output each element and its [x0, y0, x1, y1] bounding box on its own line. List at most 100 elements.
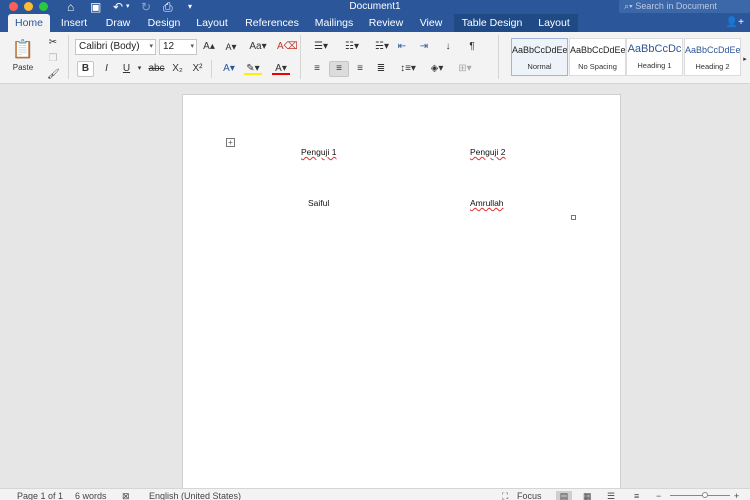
change-case-button[interactable]: Aa▾	[246, 39, 270, 55]
text-effects-button[interactable]: A▾	[216, 61, 242, 77]
font-color-button[interactable]: A▾	[268, 61, 294, 77]
style-no-spacing[interactable]: AaBbCcDdEe No Spacing	[569, 38, 626, 76]
style-name: Heading 1	[637, 61, 672, 70]
zoom-out-icon[interactable]: −	[656, 491, 661, 500]
cut-icon[interactable]: ✂	[46, 35, 60, 51]
underline-dropdown[interactable]: ▾	[135, 61, 144, 77]
cell-text: Saiful	[308, 198, 330, 208]
align-left-icon: ≡	[314, 63, 320, 74]
clear-formatting-button[interactable]: A⌫	[276, 39, 298, 55]
style-heading-2[interactable]: AaBbCcDdEe Heading 2	[684, 38, 741, 76]
ribbon-tabs: Home Insert Draw Design Layout Reference…	[0, 14, 750, 32]
borders-icon: ⊞	[458, 63, 467, 74]
divider	[68, 35, 69, 79]
font-size-select[interactable]: 12 ▾	[159, 39, 197, 55]
word-count[interactable]: 6 words	[75, 491, 107, 500]
style-normal[interactable]: AaBbCcDdEe Normal	[511, 38, 568, 76]
tab-insert[interactable]: Insert	[56, 14, 92, 32]
ribbon: 📋 Paste ✂ ❐ 🖌 Calibri (Body) ▾ 12 ▾ A▴ A▾ …	[0, 32, 750, 84]
focus-icon[interactable]: ⛶	[502, 491, 508, 500]
bold-button[interactable]: B	[77, 61, 94, 77]
increase-indent-icon: ⇥	[419, 41, 429, 52]
outline-view-icon[interactable]: ☰	[607, 491, 615, 500]
numbering-button[interactable]: ☷▾	[337, 39, 367, 55]
paste-button[interactable]: 📋 Paste	[6, 36, 40, 80]
borders-button[interactable]: ⊞▾	[452, 61, 478, 77]
sort-icon: ↓	[445, 41, 451, 52]
text-effects-icon: A	[223, 63, 230, 74]
decrease-indent-button[interactable]: ⇤	[393, 39, 411, 55]
style-name: No Spacing	[578, 62, 617, 71]
numbered-list-icon: ☷	[345, 41, 354, 52]
increase-indent-button[interactable]: ⇥	[415, 39, 433, 55]
tab-draw[interactable]: Draw	[102, 14, 134, 32]
align-left-button[interactable]: ≡	[308, 61, 326, 77]
grow-font-button[interactable]: A▴	[200, 39, 218, 55]
cell-text: Penguji 1	[301, 147, 337, 157]
title-bar: ⌂ ▣ ↶ ▾ ↻ ⎙ ▾ Document1 ⌕▾ Search in Doc…	[0, 0, 750, 14]
bullets-button[interactable]: ☰▾	[306, 39, 336, 55]
style-sample: AaBbCcDdEe	[685, 45, 740, 55]
tab-mailings[interactable]: Mailings	[311, 14, 357, 32]
format-painter-icon[interactable]: 🖌	[46, 67, 60, 83]
web-layout-icon[interactable]: ▦	[583, 491, 592, 500]
line-spacing-button[interactable]: ↕≡▾	[395, 61, 421, 77]
bullet-list-icon: ☰	[314, 41, 323, 52]
table-cell[interactable]: Penguji 2	[470, 147, 505, 157]
draft-view-icon[interactable]: ≡	[634, 491, 639, 500]
superscript-button[interactable]: X²	[189, 61, 206, 77]
language-indicator[interactable]: English (United States)	[149, 491, 241, 500]
zoom-slider[interactable]	[670, 495, 730, 496]
multilevel-list-icon: ☵	[375, 41, 384, 52]
zoom-in-icon[interactable]: +	[734, 491, 739, 500]
tab-home[interactable]: Home	[8, 14, 50, 32]
zoom-slider-thumb[interactable]	[702, 492, 708, 498]
proofing-icon[interactable]: ⊠	[122, 491, 130, 500]
divider	[498, 35, 499, 79]
underline-button[interactable]: U	[118, 61, 135, 77]
print-layout-icon[interactable]: ▤	[556, 491, 572, 500]
search-input[interactable]: ⌕▾ Search in Document	[619, 0, 750, 13]
align-center-button[interactable]: ≡	[329, 61, 349, 77]
focus-label[interactable]: Focus	[517, 491, 542, 500]
style-name: Normal	[527, 62, 552, 71]
tab-table-design[interactable]: Table Design	[454, 14, 530, 32]
document-page[interactable]: + Penguji 1 Penguji 2 Saiful Amrullah	[182, 94, 621, 494]
italic-button[interactable]: I	[98, 61, 115, 77]
table-move-handle[interactable]: +	[226, 138, 235, 147]
tab-view[interactable]: View	[416, 14, 446, 32]
table-cell[interactable]: Penguji 1	[301, 147, 336, 157]
chevron-down-icon: ▾	[190, 43, 194, 50]
justify-button[interactable]: ≣	[372, 61, 390, 77]
page-count[interactable]: Page 1 of 1	[17, 491, 63, 500]
table-cell[interactable]: Amrullah	[470, 198, 504, 208]
table-resize-handle[interactable]	[571, 215, 576, 220]
font-name-select[interactable]: Calibri (Body) ▾	[75, 39, 156, 55]
font-color-swatch	[272, 73, 290, 75]
show-formatting-button[interactable]: ¶	[463, 39, 481, 55]
tab-design[interactable]: Design	[143, 14, 185, 32]
clear-formatting-icon: A⌫	[277, 41, 298, 52]
copy-icon[interactable]: ❐	[46, 51, 60, 67]
shading-button[interactable]: ◈▾	[424, 61, 450, 77]
change-case-icon: Aa	[249, 41, 262, 52]
tab-review[interactable]: Review	[367, 14, 405, 32]
align-right-button[interactable]: ≡	[351, 61, 369, 77]
share-icon[interactable]: 👤+	[726, 17, 744, 28]
subscript-button[interactable]: X₂	[169, 61, 186, 77]
highlight-color-swatch	[244, 73, 262, 75]
cell-text: Penguji 2	[470, 147, 506, 157]
tab-references[interactable]: References	[242, 14, 302, 32]
highlight-color-button[interactable]: ✎▾	[240, 61, 266, 77]
tab-table-layout[interactable]: Layout	[530, 14, 578, 32]
shrink-font-button[interactable]: A▾	[222, 39, 240, 55]
sort-button[interactable]: ↓	[439, 39, 457, 55]
shrink-font-icon: A	[225, 42, 232, 52]
strikethrough-button[interactable]: abc	[146, 61, 167, 77]
tab-layout[interactable]: Layout	[192, 14, 232, 32]
style-name: Heading 2	[695, 62, 730, 71]
paste-label: Paste	[12, 63, 34, 72]
table-cell[interactable]: Saiful	[308, 198, 329, 208]
style-heading-1[interactable]: AaBbCcDc Heading 1	[626, 38, 683, 76]
styles-gallery-expand[interactable]: ▸	[740, 52, 750, 68]
